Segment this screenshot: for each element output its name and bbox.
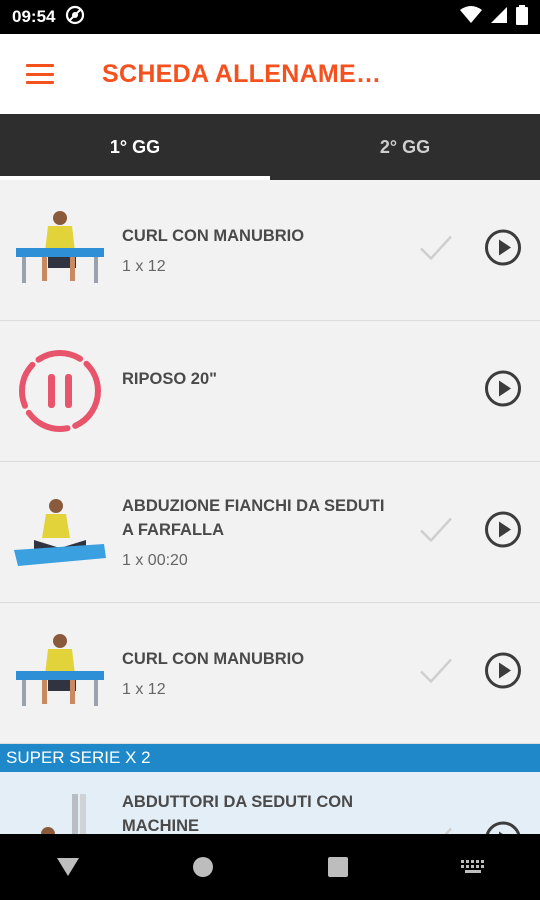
exercise-row[interactable]: CURL CON MANUBRIO 1 x 12 [0,603,540,744]
exercise-reps: 1 x 00:20 [122,552,188,569]
exercise-name: RIPOSO 20" [122,370,217,388]
rest-row[interactable]: RIPOSO 20" [0,321,540,462]
signal-icon [490,6,508,29]
exercise-name: CURL CON MANUBRIO [122,650,305,668]
superset-exercise-row[interactable]: ABDUTTORI DA SEDUTI CON MACHINE [0,772,540,834]
bench-curl-illustration [12,625,108,721]
play-icon[interactable] [484,652,522,695]
check-icon[interactable] [418,656,454,691]
exercise-reps: 1 x 12 [122,258,166,275]
at-sign-icon [65,5,85,30]
exercise-row[interactable]: ABDUZIONE FIANCHI DA SEDUTI A FARFALLA 1… [0,462,540,603]
check-icon[interactable] [418,515,454,550]
butterfly-stretch-illustration [12,484,108,580]
day-tabs: 1° GG 2° GG [0,114,540,180]
check-icon[interactable] [418,825,454,834]
system-nav-bar [0,834,540,900]
play-icon[interactable] [484,511,522,554]
battery-icon [516,4,528,30]
home-icon[interactable] [173,847,233,887]
hamburger-menu-icon[interactable] [26,64,54,84]
exercise-list[interactable]: CURL CON MANUBRIO 1 x 12 RIPOSO 20" ABDU… [0,180,540,834]
bench-curl-illustration [12,202,108,298]
keyboard-icon[interactable] [443,847,503,887]
tab-day-2[interactable]: 2° GG [270,114,540,180]
exercise-name: ABDUTTORI DA SEDUTI CON MACHINE [122,793,353,834]
superset-header: SUPER SERIE X 2 [0,744,540,772]
rest-pause-icon [12,343,108,439]
exercise-reps: 1 x 12 [122,681,166,698]
status-time: 09:54 [12,7,56,26]
app-bar: SCHEDA ALLENAME… [0,34,540,114]
play-icon[interactable] [484,370,522,413]
wifi-icon [460,5,482,29]
exercise-row[interactable]: CURL CON MANUBRIO 1 x 12 [0,180,540,321]
play-icon[interactable] [484,821,522,834]
exercise-name: CURL CON MANUBRIO [122,227,305,245]
check-icon[interactable] [418,233,454,268]
page-title: SCHEDA ALLENAME… [102,59,382,88]
seated-abductor-machine-illustration [12,794,108,834]
status-bar: 09:54 [0,0,540,34]
recents-icon[interactable] [308,847,368,887]
tab-day-1[interactable]: 1° GG [0,114,270,180]
back-icon[interactable] [38,847,98,887]
exercise-name: ABDUZIONE FIANCHI DA SEDUTI A FARFALLA [122,497,385,539]
play-icon[interactable] [484,229,522,272]
